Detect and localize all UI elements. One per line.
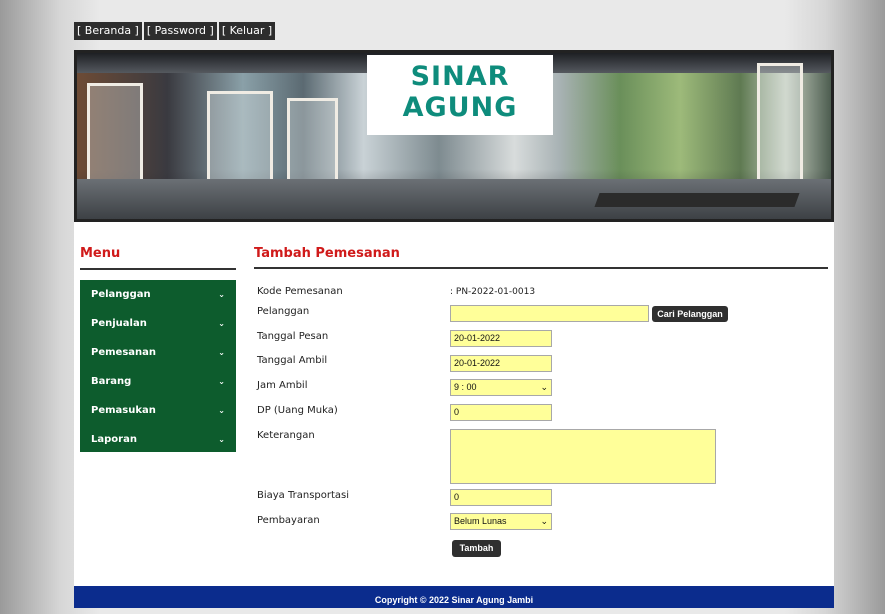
sidebar-item-barang[interactable]: Barang ⌄ — [80, 367, 236, 396]
tanggal-pesan-label: Tanggal Pesan — [257, 331, 329, 342]
sidebar-item-pelanggan[interactable]: Pelanggan ⌄ — [80, 280, 236, 309]
chevron-down-icon: ⌄ — [218, 406, 225, 415]
tambah-button[interactable]: Tambah — [452, 540, 501, 557]
jam-ambil-value: 9 : 00 — [454, 382, 477, 392]
banner-window — [287, 98, 338, 189]
biaya-transportasi-label: Biaya Transportasi — [257, 490, 350, 501]
footer-copyright: Copyright © 2022 Sinar Agung Jambi — [74, 586, 834, 608]
page-title-underline — [254, 267, 828, 269]
top-navigation: [ Beranda ] [ Password ] [ Keluar ] — [74, 22, 276, 40]
chevron-down-icon: ⌄ — [540, 516, 548, 526]
chevron-down-icon: ⌄ — [540, 382, 548, 392]
sidebar-item-label: Pelanggan — [91, 289, 151, 300]
tanggal-ambil-input[interactable]: 20-01-2022 — [450, 355, 552, 372]
site-logo: SINAR AGUNG — [367, 55, 553, 135]
sidebar-item-pemesanan[interactable]: Pemesanan ⌄ — [80, 338, 236, 367]
sidebar-title: Menu — [80, 246, 121, 261]
sidebar-item-label: Penjualan — [91, 318, 147, 329]
chevron-down-icon: ⌄ — [218, 377, 225, 386]
cari-pelanggan-button[interactable]: Cari Pelanggan — [652, 306, 728, 322]
sidebar-item-penjualan[interactable]: Penjualan ⌄ — [80, 309, 236, 338]
dp-input[interactable]: 0 — [450, 404, 552, 421]
chevron-down-icon: ⌄ — [218, 435, 225, 444]
pembayaran-label: Pembayaran — [257, 515, 320, 526]
banner-table — [594, 193, 800, 207]
banner-window — [207, 91, 273, 187]
pembayaran-select[interactable]: Belum Lunas ⌄ — [450, 513, 552, 530]
jam-ambil-label: Jam Ambil — [257, 380, 308, 391]
keterangan-label: Keterangan — [257, 430, 315, 441]
nav-beranda-link[interactable]: [ Beranda ] — [74, 22, 142, 40]
keterangan-textarea[interactable] — [450, 429, 716, 484]
logo-line-2: AGUNG — [402, 92, 518, 123]
sidebar-item-laporan[interactable]: Laporan ⌄ — [80, 425, 236, 454]
kode-value: : PN-2022-01-0013 — [450, 287, 536, 297]
logo-line-1: SINAR — [410, 61, 510, 92]
kode-label: Kode Pemesanan — [257, 286, 343, 297]
pelanggan-input[interactable] — [450, 305, 649, 322]
dp-label: DP (Uang Muka) — [257, 405, 338, 416]
page-title: Tambah Pemesanan — [254, 246, 400, 261]
sidebar-item-pemasukan[interactable]: Pemasukan ⌄ — [80, 396, 236, 425]
pelanggan-label: Pelanggan — [257, 306, 310, 317]
header-banner: SINAR AGUNG — [74, 50, 834, 222]
sidebar-item-label: Pemesanan — [91, 347, 156, 358]
nav-password-link[interactable]: [ Password ] — [143, 22, 217, 40]
sidebar-item-label: Laporan — [91, 434, 137, 445]
tanggal-ambil-label: Tanggal Ambil — [257, 355, 328, 366]
chevron-down-icon: ⌄ — [218, 290, 225, 299]
nav-keluar-link[interactable]: [ Keluar ] — [218, 22, 276, 40]
sidebar-title-underline — [80, 268, 236, 270]
chevron-down-icon: ⌄ — [218, 348, 225, 357]
chevron-down-icon: ⌄ — [218, 319, 225, 328]
sidebar-item-label: Barang — [91, 376, 132, 387]
sidebar-menu: Pelanggan ⌄ Penjualan ⌄ Pemesanan ⌄ Barang ⌄… — [80, 280, 236, 452]
biaya-transportasi-input[interactable]: 0 — [450, 489, 552, 506]
main-content: Menu Pelanggan ⌄ Penjualan ⌄ Pemesanan ⌄ Ba… — [74, 222, 834, 586]
banner-window — [87, 83, 143, 194]
sidebar-item-label: Pemasukan — [91, 405, 156, 416]
tanggal-pesan-input[interactable]: 20-01-2022 — [450, 330, 552, 347]
jam-ambil-select[interactable]: 9 : 00 ⌄ — [450, 379, 552, 396]
pembayaran-value: Belum Lunas — [454, 516, 507, 526]
